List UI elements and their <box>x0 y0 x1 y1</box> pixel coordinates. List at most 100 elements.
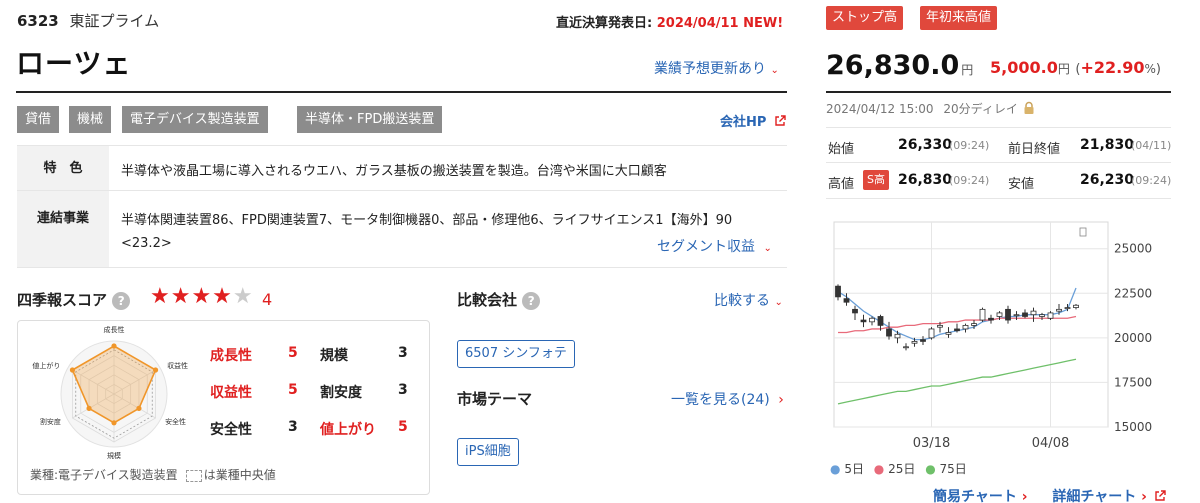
y-tick-label: 17500 <box>1114 375 1152 389</box>
external-link-icon <box>775 115 786 126</box>
candle-body <box>962 324 969 330</box>
radar-label: 成長性 <box>104 326 125 334</box>
industry-note: 業種:電子デバイス製造装置 は業種中央値 <box>30 468 276 482</box>
settlement-date-value: 2024/04/11 <box>656 16 739 31</box>
lock-icon <box>1024 101 1034 114</box>
radar-label: 安全性 <box>165 417 186 426</box>
compare-title: 比較会社 ? <box>457 289 541 310</box>
tag-semiconductor-fpd[interactable]: 半導体・FPD搬送装置 <box>297 106 443 133</box>
score-title: 四季報スコア ? <box>17 289 131 310</box>
candle-body <box>852 308 858 314</box>
simple-chart-link[interactable]: 簡易チャート › <box>933 489 1028 503</box>
prev-close-price: 21,830 <box>1080 137 1135 153</box>
price-change: 5,000.0円 (+22.90%) <box>990 58 1161 77</box>
candle-body <box>928 328 935 339</box>
stock-code: 6323 <box>17 12 59 30</box>
price-timestamp: 2024/04/12 15:00 20分ディレイ <box>826 100 1036 117</box>
radar-label: 割安度 <box>40 417 61 426</box>
legend-item-25: ● 25日 <box>873 462 916 476</box>
score-value-label: 割安度 <box>320 385 362 401</box>
candle-body <box>1022 312 1028 317</box>
stock-code-line: 6323 東証プライム <box>17 10 159 31</box>
company-name: ローツェ <box>16 47 132 80</box>
x-tick-label: 04/08 <box>1032 436 1069 451</box>
chart-legend: ● 5日 ● 25日 ● 75日 <box>830 460 967 477</box>
new-badge: NEW! <box>743 16 784 31</box>
radar-point <box>111 343 117 349</box>
score-growth-label: 成長性 <box>210 348 252 364</box>
theme-list-link[interactable]: 一覧を見る(24) › <box>671 389 784 409</box>
price-divider <box>826 91 1171 93</box>
radar-point <box>111 420 117 426</box>
candle-body <box>835 285 841 298</box>
theme-chip[interactable]: iPS細胞 <box>457 438 519 466</box>
header-divider <box>16 91 787 93</box>
candle-body <box>945 332 952 335</box>
score-safety-label: 安全性 <box>210 422 252 438</box>
candle-body <box>979 308 986 321</box>
legend-item-5: ● 5日 <box>830 462 864 476</box>
market-name: 東証プライム <box>69 12 160 30</box>
candle-body <box>877 316 884 326</box>
detail-chart-link[interactable]: 詳細チャート › <box>1052 489 1147 503</box>
tag-electronic-device[interactable]: 電子デバイス製造装置 <box>122 106 268 133</box>
star-empty-icon: ★ <box>232 284 254 309</box>
score-rise-value: 5 <box>398 419 408 435</box>
tag-margin[interactable]: 貸借 <box>17 106 60 133</box>
tag-machinery[interactable]: 機械 <box>69 106 112 133</box>
candle-body <box>903 346 909 349</box>
candle-body <box>1064 307 1071 309</box>
company-hp-link[interactable]: 会社HP <box>720 111 786 130</box>
segment-revenue-link[interactable]: セグメント収益 ⌄ <box>657 236 772 256</box>
high-price: 26,830 <box>898 172 953 188</box>
radar-point <box>86 405 92 411</box>
chevron-down-icon: ⌄ <box>763 243 772 254</box>
external-link-icon <box>1155 490 1166 501</box>
legend-item-75: ● 75日 <box>925 462 967 476</box>
feature-row: 特 色 半導体や液晶工場に導入されるウエハ、ガラス基板の搬送装置を製造。台湾や米… <box>17 145 787 190</box>
score-scale-value: 3 <box>398 345 408 361</box>
y-tick-label: 25000 <box>1114 242 1152 256</box>
radar-point <box>136 405 142 411</box>
settlement-date: 直近決算発表日: 2024/04/11 NEW! <box>556 16 784 31</box>
score-value: 4 <box>262 290 273 309</box>
score-growth-value: 5 <box>288 345 298 361</box>
forecast-update-link[interactable]: 業績予想更新あり ⌄ <box>654 58 779 78</box>
compare-company-chip[interactable]: 6507 シンフォテ <box>457 340 575 368</box>
year-high-badge: 年初来高値 <box>920 6 998 30</box>
candle-body <box>954 328 960 332</box>
candle-body <box>869 317 875 323</box>
chevron-right-icon: › <box>778 392 784 408</box>
score-scale-label: 規模 <box>320 348 348 364</box>
stop-high-badge: ストップ高 <box>826 6 904 30</box>
candle-body <box>996 312 1003 317</box>
median-box-icon <box>185 469 202 482</box>
stock-chart[interactable]: 25000 22500 20000 17500 15000 03/18 04/08 <box>826 212 1171 460</box>
y-tick-label: 22500 <box>1114 286 1152 300</box>
y-tick-label: 15000 <box>1114 420 1152 434</box>
candle-body <box>937 324 943 328</box>
segment-year: <23.2> <box>121 236 172 251</box>
candle-body <box>988 317 994 321</box>
theme-title: 市場テーマ <box>457 390 533 408</box>
compare-link[interactable]: 比較する ⌄ <box>714 290 783 310</box>
help-icon[interactable]: ? <box>522 291 541 310</box>
feature-text: 半導体や液晶工場に導入されるウエハ、ガラス基板の搬送装置を製造。台湾や米国に大口… <box>121 164 667 179</box>
x-tick-label: 03/18 <box>913 436 950 451</box>
score-value-value: 3 <box>398 382 408 398</box>
feature-label: 特 色 <box>17 146 109 190</box>
score-profit-label: 収益性 <box>210 385 252 401</box>
candle-body <box>843 298 850 303</box>
score-safety-value: 3 <box>288 419 298 435</box>
chevron-down-icon: ⌄ <box>774 297 783 308</box>
star-filled-icon: ★★★★ <box>150 284 233 309</box>
candle-body <box>911 341 918 344</box>
radar-label: 収益性 <box>167 361 188 370</box>
score-profit-value: 5 <box>288 382 298 398</box>
candle-body <box>920 339 926 342</box>
help-icon[interactable]: ? <box>112 291 131 310</box>
radar-chart: 成長性収益性安全性規模 割安度 値上がり <box>32 326 188 460</box>
score-stars: ★★★★★ <box>150 284 254 309</box>
candle-body <box>1073 304 1079 308</box>
candle-body <box>860 319 867 323</box>
